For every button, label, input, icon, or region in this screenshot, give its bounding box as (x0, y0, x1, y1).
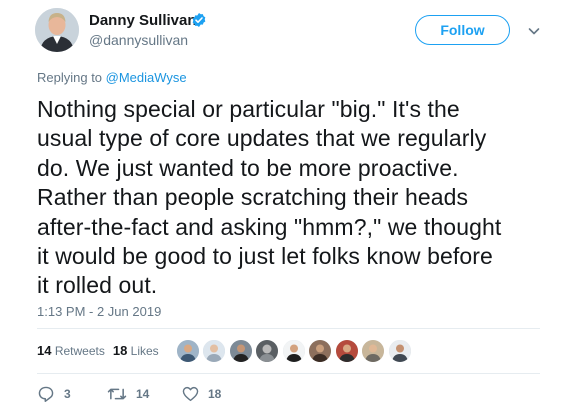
tweet-text-line: do. We just wanted to be more proactive. (37, 154, 459, 181)
tweet: Danny Sullivan @dannysullivan Follow Rep… (0, 0, 572, 402)
liker-avatar[interactable] (202, 339, 226, 363)
reply-action[interactable]: 3 (37, 386, 71, 402)
tweet-text-line: usual type of core updates that we regul… (37, 125, 487, 152)
liker-avatar[interactable] (388, 339, 412, 363)
avatar-image (35, 8, 79, 52)
heart-icon (182, 386, 199, 402)
author-display-name[interactable]: Danny Sullivan (89, 12, 197, 29)
author-avatar[interactable] (35, 8, 79, 52)
liker-avatar[interactable] (361, 339, 385, 363)
tweet-text-line: it would be good to just let folks know … (37, 243, 493, 270)
liker-avatar[interactable] (176, 339, 200, 363)
liker-avatar[interactable] (229, 339, 253, 363)
liker-avatar[interactable] (282, 339, 306, 363)
likes-count: 18 (112, 343, 128, 358)
tweet-text-line: Nothing special or particular "big." It'… (37, 96, 460, 122)
reply-icon (38, 386, 54, 402)
tweet-stats: 14 Retweets 18 Likes (37, 343, 159, 358)
tweet-text-line: Rather than people scratching their head… (37, 184, 469, 211)
retweets-label: Retweets (54, 344, 105, 358)
retweets-stat[interactable]: 14 Retweets (37, 343, 105, 358)
replying-to: Replying to @MediaWyse (37, 70, 187, 85)
tweet-text-line: after-the-fact and asking "hmm?," we tho… (37, 213, 502, 240)
liker-avatar[interactable] (335, 339, 359, 363)
tweet-timestamp[interactable]: 1:13 PM - 2 Jun 2019 (37, 304, 161, 319)
liker-avatar[interactable] (255, 339, 279, 363)
divider (37, 328, 540, 329)
author-handle[interactable]: @dannysullivan (89, 32, 188, 48)
retweets-count: 14 (37, 343, 52, 358)
liker-avatar[interactable] (308, 339, 332, 363)
likes-label: Likes (130, 344, 159, 358)
reply-count: 3 (64, 387, 71, 401)
retweet-action[interactable]: 14 (107, 386, 149, 402)
like-count: 18 (208, 387, 222, 401)
retweet-count: 14 (136, 387, 150, 401)
chevron-down-icon[interactable] (528, 26, 540, 36)
replying-prefix: Replying to (37, 70, 106, 85)
tweet-text-line: it rolled out. (37, 272, 158, 299)
retweet-icon (107, 388, 127, 400)
like-action[interactable]: 18 (182, 386, 221, 402)
replying-mention-link[interactable]: @MediaWyse (106, 70, 187, 85)
likes-stat[interactable]: 18 Likes (112, 343, 159, 358)
divider (37, 373, 540, 374)
follow-button[interactable]: Follow (415, 15, 510, 45)
verified-badge-icon (192, 13, 206, 27)
tweet-text: Nothing special or particular "big." It'… (37, 95, 567, 301)
